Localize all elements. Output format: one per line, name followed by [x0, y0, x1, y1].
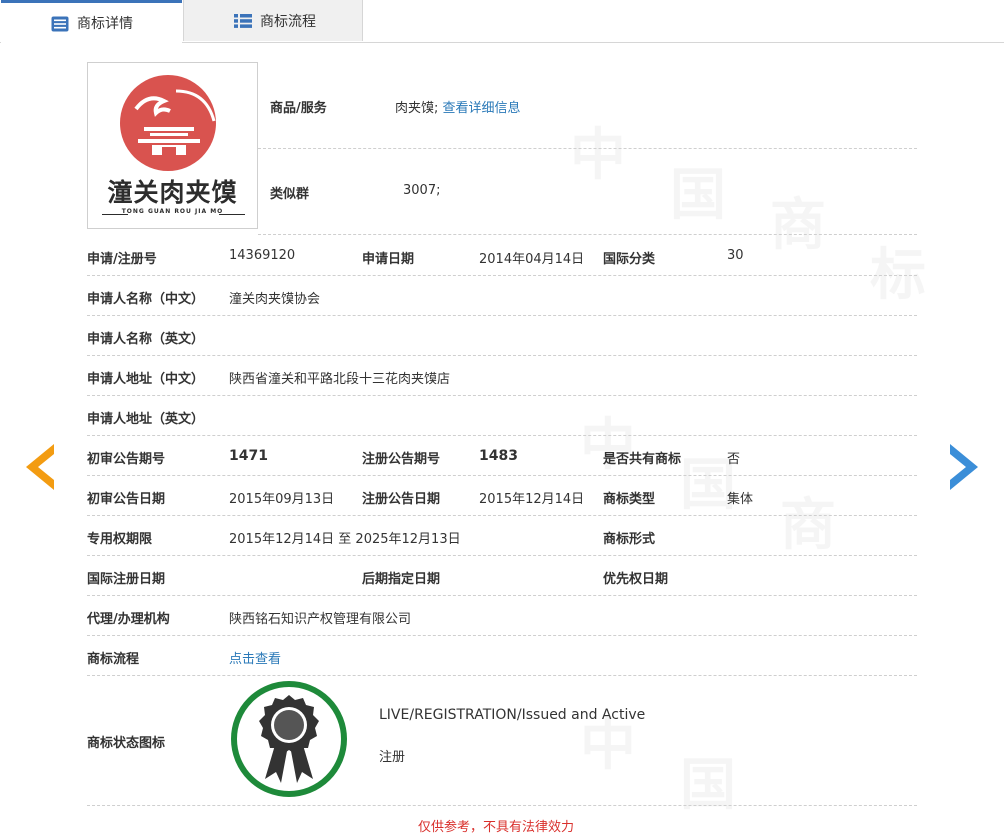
apply-date-label: 申请日期: [362, 252, 415, 267]
address-cn-value: 陕西省潼关和平路北段十三花肉夹馍店: [229, 372, 451, 387]
intl-reg-date-label: 国际注册日期: [87, 572, 166, 587]
status-label: 商标状态图标: [87, 736, 166, 751]
agent-label: 代理/办理机构: [87, 612, 170, 627]
view-detail-link[interactable]: 查看详细信息: [443, 101, 521, 116]
intl-class-value: 30: [727, 248, 744, 263]
detail-row: 国际注册日期 后期指定日期 优先权日期: [87, 555, 917, 596]
trademark-image: 潼关肉夹馍 TONG GUAN ROU JIA MO: [87, 62, 258, 229]
prelim-date-value: 2015年09月13日: [229, 492, 335, 507]
similar-group-value: 3007;: [403, 183, 441, 198]
reg-pub-date-value: 2015年12月14日: [479, 492, 585, 507]
goods-label: 商品/服务: [270, 101, 327, 116]
reg-pub-no-value: 1483: [479, 448, 518, 464]
detail-row: 申请人地址（中文） 陕西省潼关和平路北段十三花肉夹馍店: [87, 355, 917, 396]
agent-value: 陕西铭石知识产权管理有限公司: [229, 612, 412, 627]
applicant-cn-label: 申请人名称（中文）: [87, 292, 205, 307]
tab-label: 商标流程: [260, 13, 316, 30]
address-en-label: 申请人地址（英文）: [87, 412, 205, 427]
mark-form-label: 商标形式: [603, 532, 656, 547]
status-row: 商标状态图标 LIVE/REGISTRATION/Issued and Acti…: [87, 675, 917, 806]
address-cn-label: 申请人地址（中文）: [87, 372, 205, 387]
process-label: 商标流程: [87, 652, 140, 667]
detail-row: 初审公告日期 2015年09月13日 注册公告日期 2015年12月14日 商标…: [87, 475, 917, 516]
term-label: 专用权期限: [87, 532, 153, 547]
goods-text: 肉夹馍;: [395, 101, 439, 116]
view-process-link[interactable]: 点击查看: [229, 648, 281, 667]
flow-list-icon: [234, 14, 252, 28]
applicant-cn-value: 潼关肉夹馍协会: [229, 292, 321, 307]
reg-no-label: 申请/注册号: [87, 252, 157, 267]
reg-no-value: 14369120: [229, 248, 296, 263]
applicant-en-label: 申请人名称（英文）: [87, 332, 205, 347]
reg-pub-no-label: 注册公告期号: [362, 452, 441, 467]
status-cn-text: 注册: [379, 750, 406, 765]
similar-group-label: 类似群: [270, 187, 310, 202]
detail-row: 专用权期限 2015年12月14日 至 2025年12月13日 商标形式: [87, 515, 917, 556]
status-en-text: LIVE/REGISTRATION/Issued and Active: [379, 707, 646, 723]
trademark-logo-text: 潼关肉夹馍: [107, 178, 238, 207]
registered-status-icon: [231, 681, 347, 797]
detail-row: 代理/办理机构 陕西铭石知识产权管理有限公司: [87, 595, 917, 636]
tab-label: 商标详情: [77, 16, 133, 32]
tab-trademark-flow[interactable]: 商标流程: [183, 0, 363, 41]
logo-divider: [219, 214, 245, 215]
tab-trademark-detail[interactable]: 商标详情: [1, 0, 182, 43]
term-value: 2015年12月14日 至 2025年12月13日: [229, 532, 461, 547]
detail-row: 申请人名称（英文）: [87, 315, 917, 356]
prelim-no-value: 1471: [229, 448, 268, 464]
mark-type-label: 商标类型: [603, 492, 656, 507]
document-list-icon: [51, 16, 69, 32]
detail-row: 申请人地址（英文）: [87, 395, 917, 436]
next-arrow-icon[interactable]: [948, 442, 982, 492]
mark-type-value: 集体: [727, 492, 754, 507]
prev-arrow-icon[interactable]: [22, 442, 56, 492]
prelim-date-label: 初审公告日期: [87, 492, 166, 507]
detail-row: 申请/注册号 14369120 申请日期 2014年04月14日 国际分类 30: [87, 235, 917, 276]
reg-pub-date-label: 注册公告日期: [362, 492, 441, 507]
disclaimer-text: 仅供参考，不具有法律效力: [418, 820, 575, 835]
apply-date-value: 2014年04月14日: [479, 252, 585, 267]
shared-value: 否: [727, 452, 741, 467]
detail-row: 商标流程 点击查看: [87, 635, 917, 676]
goods-row: 商品/服务 肉夹馍; 查看详细信息: [258, 62, 917, 149]
similar-group-row: 类似群 3007;: [258, 148, 917, 235]
detail-row: 初审公告期号 1471 注册公告期号 1483 是否共有商标 否: [87, 435, 917, 476]
trademark-logo-graphic: [120, 75, 216, 171]
shared-label: 是否共有商标: [603, 452, 682, 467]
priority-date-label: 优先权日期: [603, 572, 669, 587]
tab-bar: 商标详情 商标流程: [0, 0, 1004, 43]
intl-class-label: 国际分类: [603, 252, 656, 267]
prelim-no-label: 初审公告期号: [87, 452, 166, 467]
detail-row: 申请人名称（中文） 潼关肉夹馍协会: [87, 275, 917, 316]
goods-value: 肉夹馍; 查看详细信息: [395, 97, 521, 116]
later-date-label: 后期指定日期: [362, 572, 441, 587]
